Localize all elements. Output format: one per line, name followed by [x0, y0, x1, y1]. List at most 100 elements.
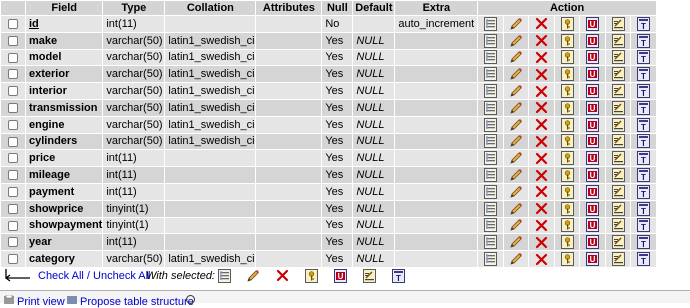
primary-key-icon[interactable]	[560, 67, 574, 82]
edit-icon[interactable]	[509, 252, 523, 266]
print-view-link[interactable]: Print view	[17, 296, 65, 308]
row-checkbox[interactable]	[8, 186, 18, 197]
primary-key-icon[interactable]	[560, 201, 574, 216]
edit-selected-icon[interactable]	[246, 269, 260, 286]
fulltext-icon[interactable]: T	[637, 151, 651, 166]
primary-key-icon[interactable]	[560, 218, 574, 233]
edit-icon[interactable]	[509, 34, 523, 48]
fulltext-icon[interactable]: T	[637, 218, 651, 233]
row-checkbox[interactable]	[8, 203, 18, 214]
browse-icon[interactable]	[484, 151, 498, 166]
edit-icon[interactable]	[509, 101, 523, 115]
row-checkbox[interactable]	[8, 119, 18, 130]
drop-icon[interactable]	[535, 34, 548, 47]
unique-selected-icon[interactable]: U	[334, 269, 347, 286]
row-checkbox[interactable]	[8, 102, 18, 113]
fulltext-icon[interactable]: T	[637, 134, 651, 149]
unique-icon[interactable]: U	[586, 252, 600, 267]
edit-icon[interactable]	[509, 218, 523, 232]
fulltext-icon[interactable]: T	[637, 168, 651, 183]
browse-icon[interactable]	[484, 100, 498, 115]
fulltext-icon[interactable]: T	[637, 84, 651, 99]
unique-icon[interactable]: U	[586, 100, 600, 115]
unique-icon[interactable]: U	[586, 134, 600, 149]
edit-icon[interactable]	[509, 17, 523, 31]
index-icon[interactable]	[611, 67, 625, 82]
drop-icon[interactable]	[535, 101, 548, 114]
browse-icon[interactable]	[484, 16, 498, 31]
browse-icon[interactable]	[484, 67, 498, 82]
row-checkbox[interactable]	[8, 52, 18, 63]
index-icon[interactable]	[611, 134, 625, 149]
primary-key-icon[interactable]	[560, 134, 574, 149]
primary-key-icon[interactable]	[560, 50, 574, 65]
fulltext-icon[interactable]: T	[637, 252, 651, 267]
primary-key-icon[interactable]	[560, 252, 574, 267]
unique-icon[interactable]: U	[586, 218, 600, 233]
primary-key-icon[interactable]	[560, 84, 574, 99]
fulltext-icon[interactable]: T	[637, 16, 651, 31]
index-icon[interactable]	[611, 252, 625, 267]
propose-structure-link[interactable]: Propose table structure	[80, 296, 194, 308]
fulltext-icon[interactable]: T	[637, 100, 651, 115]
fulltext-icon[interactable]: T	[637, 117, 651, 132]
row-checkbox[interactable]	[8, 86, 18, 97]
primary-key-icon[interactable]	[560, 151, 574, 166]
unique-icon[interactable]: U	[586, 151, 600, 166]
browse-icon[interactable]	[484, 218, 498, 233]
fulltext-icon[interactable]: T	[637, 201, 651, 216]
fulltext-icon[interactable]: T	[637, 235, 651, 250]
unique-icon[interactable]: U	[586, 33, 600, 48]
row-checkbox[interactable]	[8, 136, 18, 147]
primary-selected-icon[interactable]	[305, 269, 318, 286]
fulltext-icon[interactable]: T	[637, 33, 651, 48]
primary-key-icon[interactable]	[560, 16, 574, 31]
index-icon[interactable]	[611, 184, 625, 199]
fulltext-icon[interactable]: T	[637, 50, 651, 65]
browse-icon[interactable]	[484, 117, 498, 132]
browse-icon[interactable]	[484, 33, 498, 48]
drop-icon[interactable]	[535, 51, 548, 64]
drop-icon[interactable]	[535, 185, 548, 198]
drop-icon[interactable]	[535, 236, 548, 249]
primary-key-icon[interactable]	[560, 184, 574, 199]
drop-icon[interactable]	[535, 253, 548, 266]
unique-icon[interactable]: U	[586, 50, 600, 65]
unique-icon[interactable]: U	[586, 184, 600, 199]
browse-icon[interactable]	[484, 134, 498, 149]
index-icon[interactable]	[611, 151, 625, 166]
edit-icon[interactable]	[509, 134, 523, 148]
row-checkbox[interactable]	[8, 254, 18, 265]
primary-key-icon[interactable]	[560, 100, 574, 115]
row-checkbox[interactable]	[8, 18, 18, 29]
edit-icon[interactable]	[509, 84, 523, 98]
browse-icon[interactable]	[484, 84, 498, 99]
unique-icon[interactable]: U	[586, 168, 600, 183]
drop-selected-icon[interactable]	[276, 269, 289, 285]
row-checkbox[interactable]	[8, 220, 18, 231]
unique-icon[interactable]: U	[586, 201, 600, 216]
browse-icon[interactable]	[484, 235, 498, 250]
unique-icon[interactable]: U	[586, 235, 600, 250]
edit-icon[interactable]	[509, 168, 523, 182]
check-all-link[interactable]: Check All	[38, 270, 84, 282]
browse-icon[interactable]	[484, 184, 498, 199]
drop-icon[interactable]	[535, 169, 548, 182]
drop-icon[interactable]	[535, 68, 548, 81]
primary-key-icon[interactable]	[560, 168, 574, 183]
browse-selected-icon[interactable]	[218, 269, 231, 286]
browse-icon[interactable]	[484, 50, 498, 65]
drop-icon[interactable]	[535, 118, 548, 131]
edit-icon[interactable]	[509, 67, 523, 81]
index-icon[interactable]	[611, 16, 625, 31]
index-icon[interactable]	[611, 235, 625, 250]
fulltext-icon[interactable]: T	[637, 67, 651, 82]
unique-icon[interactable]: U	[586, 67, 600, 82]
index-icon[interactable]	[611, 218, 625, 233]
row-checkbox[interactable]	[8, 170, 18, 181]
edit-icon[interactable]	[509, 118, 523, 132]
index-icon[interactable]	[611, 117, 625, 132]
unique-icon[interactable]: U	[586, 16, 600, 31]
drop-icon[interactable]	[535, 85, 548, 98]
index-selected-icon[interactable]	[363, 269, 376, 286]
